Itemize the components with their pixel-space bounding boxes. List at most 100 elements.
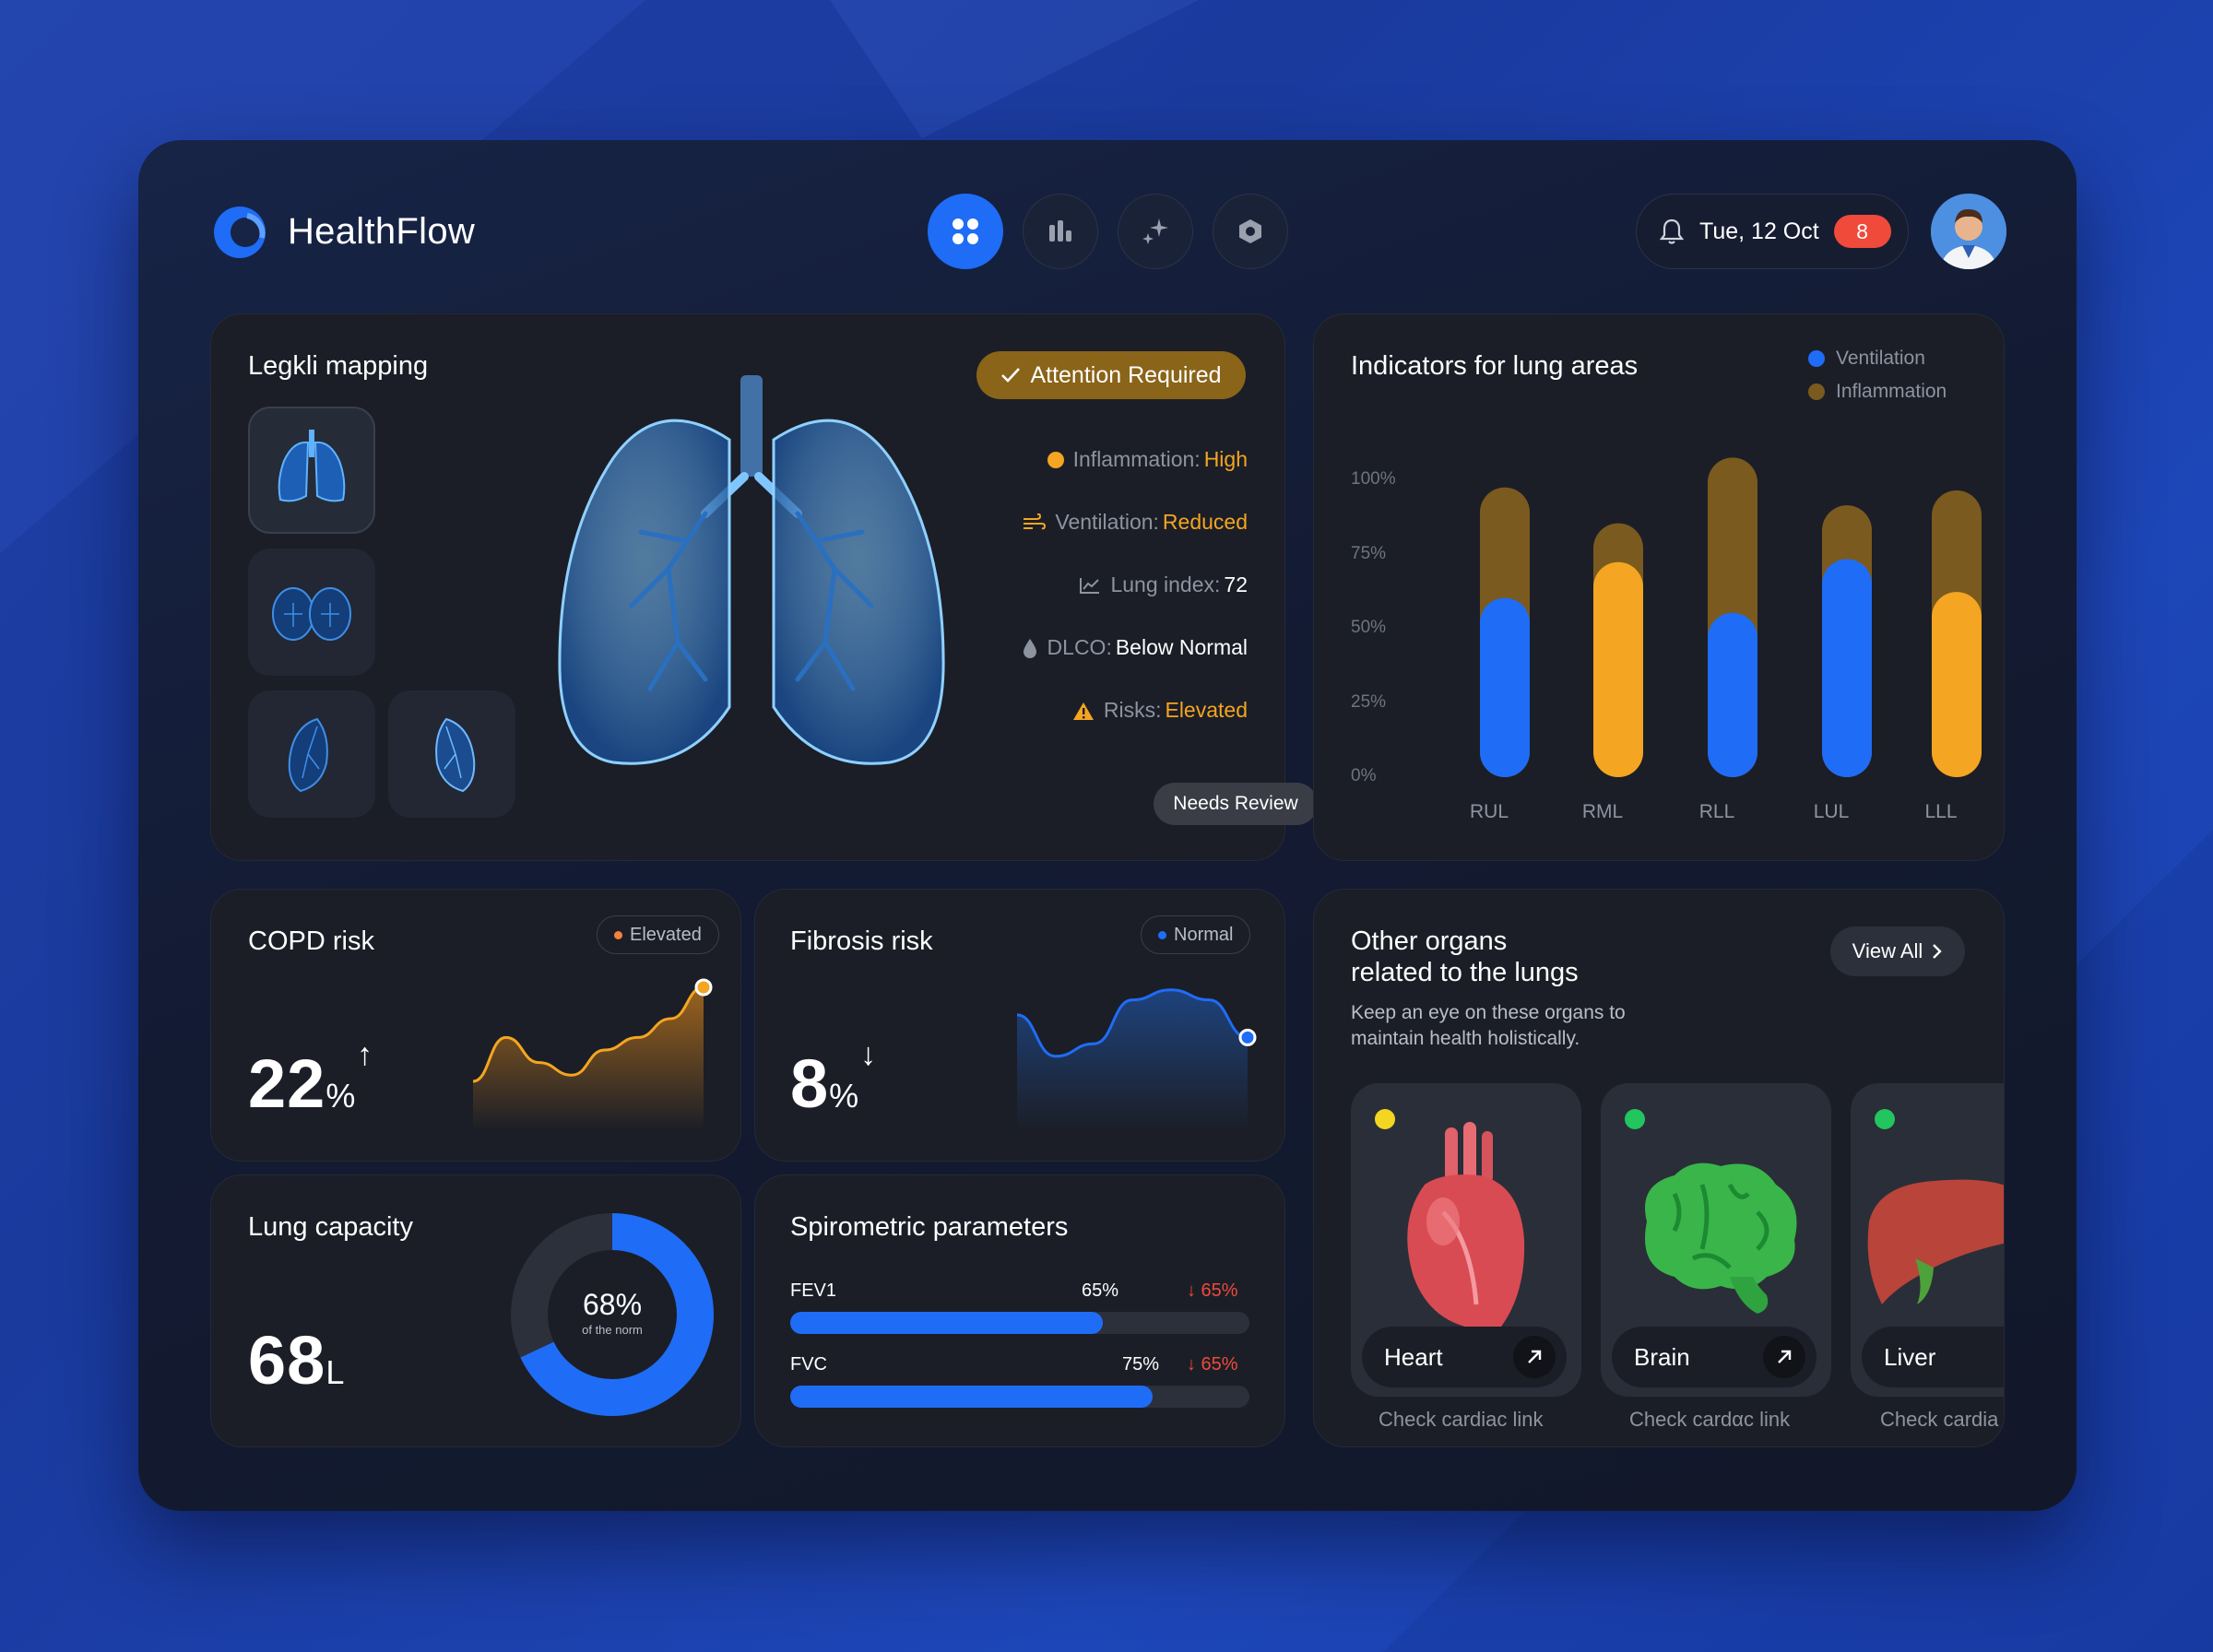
ventilation-legend-dot bbox=[1808, 350, 1825, 367]
lung-capacity-card: Lung capacity 68L 68% of the norm bbox=[210, 1174, 741, 1447]
x-tick-lul: LUL bbox=[1813, 801, 1850, 822]
inflammation-legend-dot bbox=[1808, 384, 1825, 400]
y-tick-0: 0% bbox=[1351, 766, 1377, 785]
heart-label-pill: Heart bbox=[1362, 1327, 1567, 1387]
stat-ventilation: Ventilation: Reduced bbox=[1022, 510, 1248, 535]
needs-review-button[interactable]: Needs Review bbox=[1154, 783, 1318, 825]
elevated-dot-icon bbox=[614, 930, 622, 939]
wind-icon bbox=[1024, 513, 1047, 529]
stat-lung-index-value: 72 bbox=[1224, 572, 1248, 596]
chevron-right-icon bbox=[1933, 944, 1943, 959]
fibSpark-area bbox=[1017, 989, 1248, 1131]
organ-card-brain[interactable]: Brain bbox=[1601, 1083, 1831, 1397]
fvc-bar-fill bbox=[790, 1386, 1154, 1408]
copd-sparkline bbox=[472, 978, 713, 1131]
heart-name: Heart bbox=[1384, 1342, 1443, 1371]
y-tick-100: 100% bbox=[1351, 469, 1396, 489]
arrow-up-right-icon bbox=[1528, 1350, 1542, 1363]
liver-label-pill: Liver bbox=[1862, 1327, 2004, 1387]
brain-organ-icon bbox=[1645, 1162, 1797, 1314]
lung-mapping-title: Legkli mapping bbox=[248, 351, 429, 381]
drop-icon bbox=[1023, 638, 1036, 658]
date-notification-pill[interactable]: Tue, 12 Oct 8 bbox=[1636, 194, 1909, 269]
fibrosis-title: Fibrosis risk bbox=[790, 926, 933, 956]
bar-ventilation-rll bbox=[1708, 612, 1757, 777]
fev1-bar-track bbox=[790, 1312, 1249, 1334]
stat-inflammation-label: Inflammation: bbox=[1072, 447, 1201, 471]
spirometry-title: Spirometric parameters bbox=[790, 1212, 1069, 1242]
fvc-label: FVC bbox=[790, 1354, 827, 1375]
arrow-up-right-icon bbox=[1778, 1350, 1792, 1363]
heart-caption: Check cardiac link bbox=[1379, 1408, 1544, 1431]
user-avatar[interactable] bbox=[1931, 194, 2006, 269]
lung-view-left-thumbnail[interactable] bbox=[388, 690, 515, 818]
bar-ventilation-rul bbox=[1480, 597, 1530, 777]
copd-value-unit: % bbox=[325, 1077, 357, 1115]
x-tick-rml: RML bbox=[1581, 801, 1624, 822]
legend-ventilation-label: Ventilation bbox=[1836, 348, 1925, 369]
brain-status-dot bbox=[1625, 1109, 1645, 1129]
bar-ventilation-lll bbox=[1932, 592, 1982, 777]
normal-dot-icon bbox=[1158, 930, 1166, 939]
y-tick-25: 25% bbox=[1351, 692, 1387, 712]
fibrosis-value: 8% bbox=[790, 1044, 859, 1123]
capacity-value-number: 68 bbox=[248, 1322, 326, 1398]
logo-icon bbox=[214, 206, 266, 258]
nav-ai-button[interactable] bbox=[1118, 194, 1193, 269]
lungs-bottom-icon bbox=[272, 587, 351, 641]
capacity-donut-percent: 68% bbox=[582, 1288, 643, 1321]
nav-analytics-button[interactable] bbox=[1023, 194, 1098, 269]
fev1-value: 65% bbox=[1082, 1280, 1119, 1301]
brain-caption: Check cardαc link bbox=[1629, 1408, 1791, 1431]
fibrosis-status-label: Normal bbox=[1174, 924, 1234, 945]
settings-hex-icon bbox=[1239, 219, 1261, 243]
stat-dlco-value: Below Normal bbox=[1115, 635, 1248, 659]
stat-risks-label: Risks: bbox=[1103, 698, 1162, 722]
inflammation-dot-icon bbox=[1047, 451, 1064, 468]
organ-card-liver[interactable]: Liver bbox=[1851, 1083, 2004, 1397]
stat-inflammation: Inflammation: High bbox=[1047, 447, 1248, 472]
fvc-delta: ↓ 65% bbox=[1187, 1354, 1238, 1375]
grid-icon bbox=[953, 218, 978, 244]
nav-settings-button[interactable] bbox=[1213, 194, 1288, 269]
copd-status-label: Elevated bbox=[630, 924, 702, 945]
nav-dashboard-button[interactable] bbox=[928, 194, 1003, 269]
y-tick-75: 75% bbox=[1351, 544, 1387, 563]
copd-risk-card: COPD risk Elevated 22% ↑ bbox=[210, 889, 741, 1162]
warning-icon bbox=[1072, 702, 1094, 720]
stat-lung-index-label: Lung index: bbox=[1110, 572, 1221, 596]
fibrosis-risk-card: Fibrosis risk Normal 8% ↓ bbox=[754, 889, 1285, 1162]
lung-left-icon bbox=[435, 717, 476, 793]
copd-value-number: 22 bbox=[248, 1045, 326, 1122]
view-all-button[interactable]: View All bbox=[1830, 926, 1965, 976]
lung-view-bottom-thumbnail[interactable] bbox=[248, 549, 375, 676]
bar-ventilation-rml bbox=[1593, 561, 1643, 777]
lungs-front-icon bbox=[278, 430, 346, 502]
capacity-donut-sub: of the norm bbox=[582, 1323, 643, 1337]
organ-card-heart[interactable]: Heart bbox=[1351, 1083, 1581, 1397]
indicators-card: Indicators for lung areas Ventilation In… bbox=[1313, 313, 2005, 861]
bar-ventilation-lul bbox=[1822, 559, 1872, 777]
heart-open-button[interactable] bbox=[1513, 1336, 1556, 1378]
legend-inflammation: Inflammation bbox=[1808, 381, 1947, 403]
fev1-delta: ↓ 65% bbox=[1187, 1280, 1238, 1301]
attention-required-badge: Attention Required bbox=[976, 351, 1246, 399]
stat-risks: Risks: Elevated bbox=[1072, 698, 1248, 723]
fvc-value: 75% bbox=[1122, 1354, 1160, 1375]
brain-name: Brain bbox=[1634, 1342, 1690, 1371]
lung-view-front-thumbnail[interactable] bbox=[248, 407, 375, 534]
fibrosis-value-unit: % bbox=[829, 1077, 860, 1115]
app-logo[interactable]: HealthFlow bbox=[210, 201, 475, 262]
copdSpark-endpoint bbox=[694, 978, 713, 997]
spirometry-card: Spirometric parameters FEV1 65% ↓ 65% FV… bbox=[754, 1174, 1285, 1447]
stat-ventilation-label: Ventilation: bbox=[1055, 510, 1159, 534]
stat-dlco: DLCO: Below Normal bbox=[1022, 635, 1248, 660]
copd-status-badge: Elevated bbox=[597, 915, 719, 954]
brain-open-button[interactable] bbox=[1763, 1336, 1805, 1378]
other-organs-card: Other organs related to the lungs Keep a… bbox=[1313, 889, 2005, 1447]
fibrosis-trend-down-icon: ↓ bbox=[860, 1037, 876, 1072]
x-tick-rul: RUL bbox=[1469, 801, 1509, 822]
organs-title-line2: related to the lungs bbox=[1351, 958, 1579, 987]
lung-view-right-thumbnail[interactable] bbox=[248, 690, 375, 818]
line-chart-icon bbox=[1080, 577, 1100, 594]
